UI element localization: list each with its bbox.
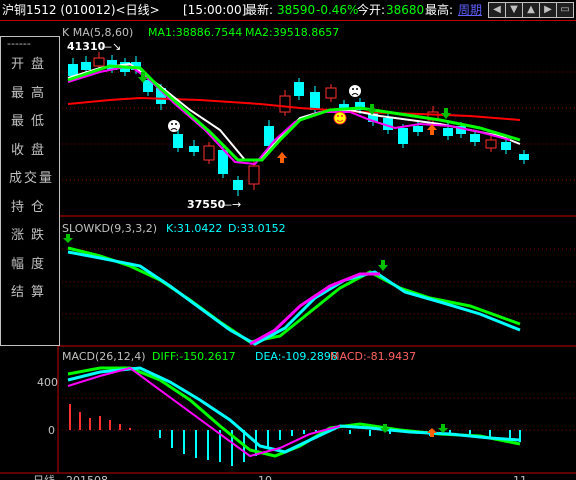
candle	[383, 112, 393, 134]
date-axis-mark: 10	[258, 474, 272, 480]
contract-title: 沪铜1512 (010012)<日线>	[2, 3, 160, 17]
high-price-marker: 41310	[67, 40, 106, 53]
latest-value: 38590	[277, 3, 316, 17]
change-percent: -0.46%	[316, 3, 359, 17]
quote-side-panel: ------ 开盘 最高 最低 收盘 成交量 持仓 涨跌 幅度 结算	[0, 36, 60, 346]
side-item-high: 最高	[11, 85, 52, 101]
ma60-line	[67, 96, 521, 121]
low-marker-arrow: —→	[221, 198, 241, 211]
down-arrow-icon[interactable]: ▼	[505, 2, 523, 18]
kd-indicator-label: SLOWKD(9,3,3,2)	[62, 222, 157, 235]
macd-indicator-label: MACD(26,12,4)	[62, 350, 146, 363]
side-item-close: 收盘	[11, 142, 52, 158]
date-axis-mark: 11	[513, 474, 527, 480]
period-axis-label: 日线	[33, 473, 55, 480]
main-grid	[58, 71, 576, 431]
candle	[279, 90, 291, 116]
kd-d-line	[67, 246, 521, 344]
candle	[189, 140, 199, 156]
macd-lines	[67, 366, 521, 458]
macd-dea-value: DEA:-109.2898	[255, 350, 338, 363]
kd-k-value: K:31.0422	[166, 222, 222, 235]
ma-green-line	[67, 64, 521, 162]
side-item-open: 开盘	[11, 57, 52, 72]
side-item-open-interest: 持仓	[11, 199, 52, 215]
candle	[218, 146, 228, 178]
period-link[interactable]: 周期	[458, 0, 482, 20]
ma1-value: MA1:38886.7544	[148, 26, 242, 39]
open-label: 今开:	[357, 3, 386, 17]
macd-histogram-value: MACD:-81.9437	[330, 350, 416, 363]
ma8-line	[67, 62, 521, 161]
high-label: 最高:	[425, 3, 454, 17]
buy-arrow-icon	[277, 152, 287, 163]
macd-tick-400: 400	[37, 376, 58, 389]
side-item-settle: 结算	[11, 285, 52, 300]
sell-arrow-icon	[380, 424, 390, 433]
macd-diff-line	[67, 366, 521, 454]
side-item-change: 涨跌	[11, 228, 52, 243]
side-item-low: 最低	[11, 114, 52, 129]
right-arrow-icon[interactable]: ▶	[539, 2, 557, 18]
open-value: 38680	[386, 3, 425, 17]
kd-k-line	[67, 250, 521, 346]
date-axis-start: 201508	[66, 474, 108, 480]
latest-label: 最新:	[245, 3, 274, 17]
moving-average-lines	[67, 62, 521, 166]
buy-arrow-icon	[427, 428, 437, 437]
macd-diff-value: DIFF:-150.2617	[152, 350, 236, 363]
sell-arrow-icon	[438, 424, 448, 433]
low-price-marker: 37550	[187, 198, 226, 211]
left-arrow-icon[interactable]: ◀	[488, 2, 506, 18]
chart-area[interactable]: K MA(5,8,60) MA1:38886.7544 MA2:39518.86…	[0, 20, 576, 480]
sell-arrow-icon	[378, 260, 388, 271]
sell-arrow-icon	[63, 234, 73, 243]
title-bar: 沪铜1512 (010012)<日线> [15:00:00] 最新: 38590…	[0, 0, 576, 21]
sad-face-icon	[168, 120, 180, 132]
window-icon[interactable]: ▭	[556, 2, 574, 18]
high-marker-arrow: —↘	[101, 40, 121, 53]
candle	[233, 176, 243, 196]
candle	[325, 84, 337, 102]
sell-arrow-icon	[441, 108, 451, 119]
main-indicator-label: K MA(5,8,60)	[62, 26, 133, 39]
macd-dea-line	[67, 366, 521, 458]
ma2-value: MA2:39518.8657	[245, 26, 339, 39]
time-label: [15:00:00]	[183, 3, 247, 17]
smile-face-icon	[333, 111, 347, 125]
side-item-volume: 成交量	[9, 171, 55, 186]
kd-lines	[67, 246, 521, 346]
up-arrow-icon[interactable]: ▲	[522, 2, 540, 18]
candle	[294, 78, 304, 100]
side-divider: ------	[7, 37, 31, 50]
candle	[519, 150, 529, 164]
sad-face-icon	[349, 85, 361, 97]
kd-d-value: D:33.0152	[228, 222, 286, 235]
candle	[203, 142, 215, 164]
side-item-range: 幅度	[11, 256, 52, 272]
macd-tick-0: 0	[48, 424, 55, 437]
